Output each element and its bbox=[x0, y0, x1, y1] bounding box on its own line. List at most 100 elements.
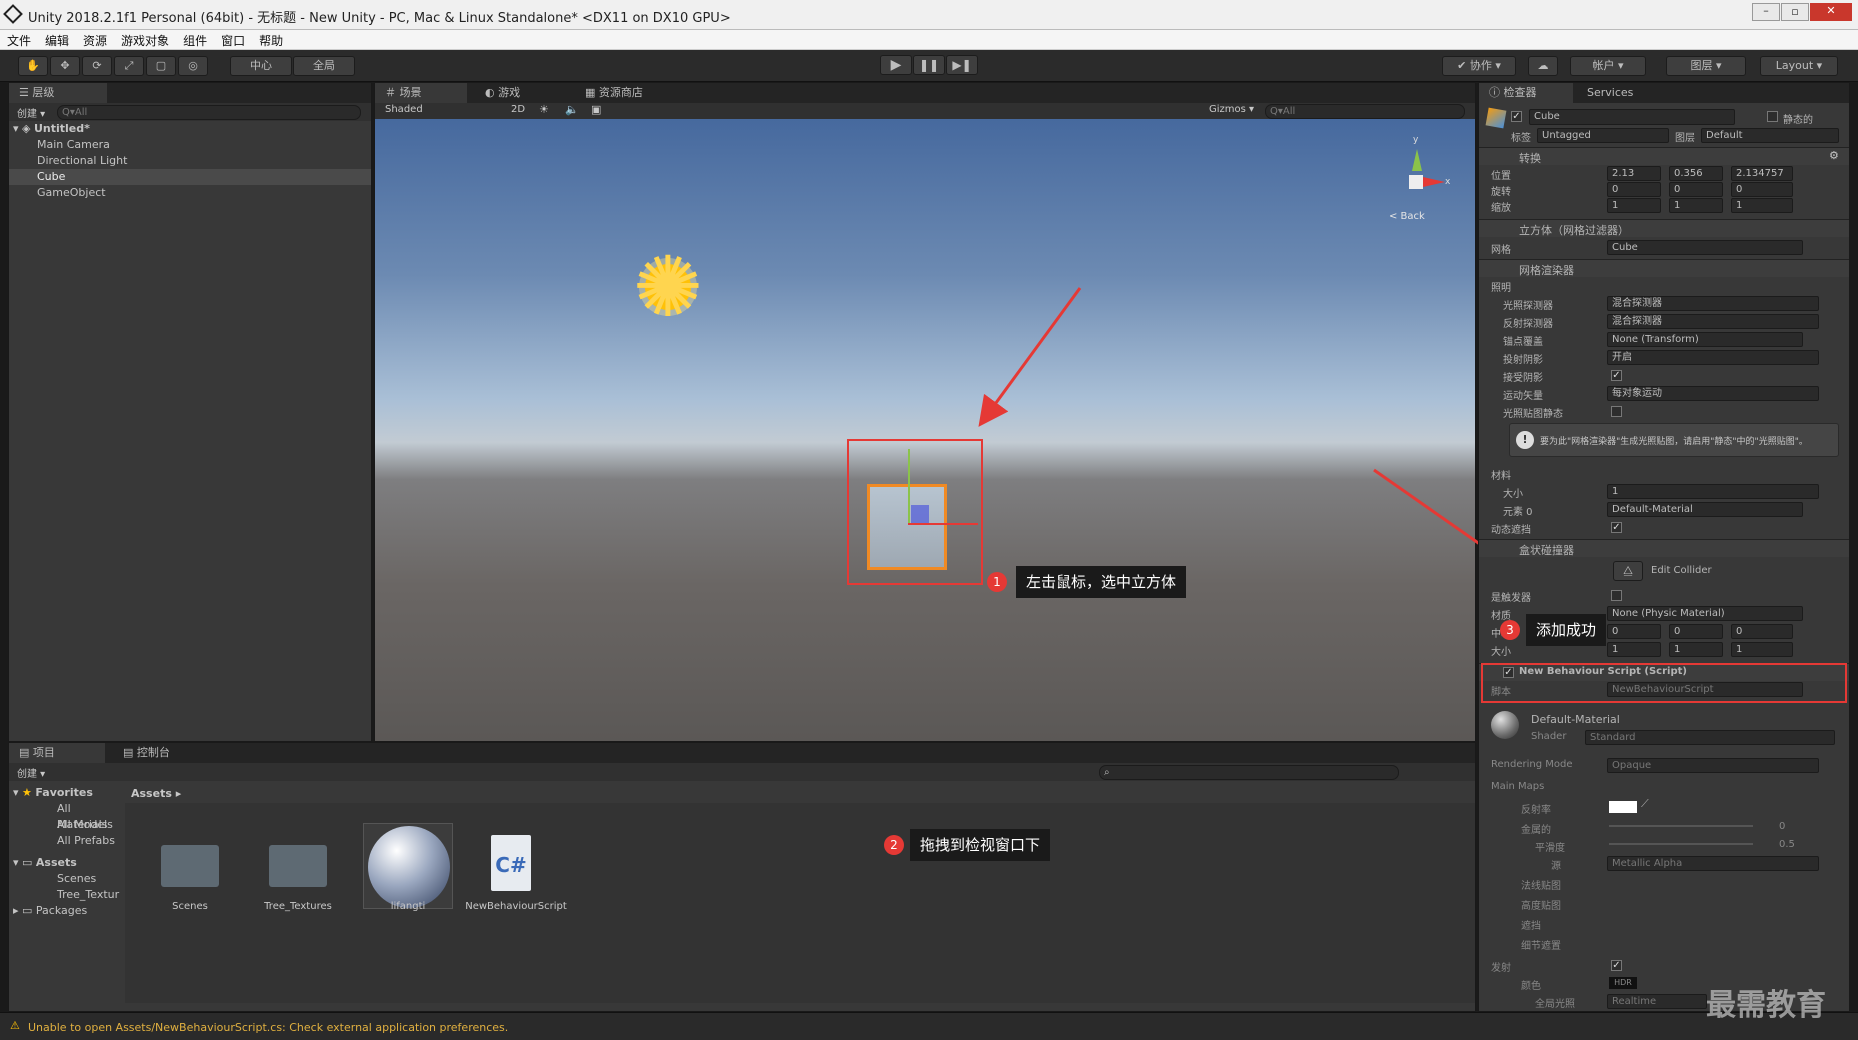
size-y[interactable]: 1 bbox=[1669, 642, 1723, 657]
mesh-filter-header[interactable]: 立方体（网格过滤器） bbox=[1479, 219, 1849, 237]
annotation-box-script bbox=[1481, 663, 1847, 703]
project-create-button[interactable]: 创建 ▾ bbox=[17, 765, 45, 780]
metallic-label: 金属的 bbox=[1521, 825, 1551, 836]
receive-shadows-checkbox[interactable]: ✓ bbox=[1611, 370, 1622, 381]
inspector-tab-label: 检查器 bbox=[1503, 86, 1537, 99]
scale-y[interactable]: 1 bbox=[1669, 198, 1723, 213]
materials-size-field[interactable]: 1 bbox=[1607, 484, 1819, 499]
light-probes-dropdown[interactable]: 混合探测器 bbox=[1607, 296, 1819, 311]
project-tree: ▾ ★ Favorites All Materials All Models A… bbox=[9, 781, 123, 1011]
position-y[interactable]: 0.356 bbox=[1669, 166, 1723, 181]
layer-dropdown[interactable]: Default bbox=[1701, 128, 1839, 143]
box-collider-title: 盒状碰撞器 bbox=[1519, 544, 1574, 557]
emission-color-swatch[interactable]: HDR bbox=[1609, 977, 1637, 989]
size-label: 大小 bbox=[1491, 647, 1511, 658]
box-collider-header[interactable]: 盒状碰撞器 bbox=[1479, 539, 1849, 557]
project-search-input[interactable]: ⌕ bbox=[1099, 765, 1399, 780]
metallic-value[interactable]: 0 bbox=[1779, 821, 1785, 832]
scale-x[interactable]: 1 bbox=[1607, 198, 1661, 213]
center-y[interactable]: 0 bbox=[1669, 624, 1723, 639]
warning-icon: ⚠ bbox=[10, 1019, 20, 1032]
rotation-y[interactable]: 0 bbox=[1669, 182, 1723, 197]
collider-material-field[interactable]: None (Physic Material) bbox=[1607, 606, 1803, 621]
anchor-override-field[interactable]: None (Transform) bbox=[1607, 332, 1803, 347]
source-dropdown[interactable]: Metallic Alpha bbox=[1607, 856, 1819, 871]
annotation-badge: 2 bbox=[884, 835, 904, 855]
csharp-script-icon[interactable]: C# bbox=[491, 835, 531, 891]
emission-checkbox[interactable]: ✓ bbox=[1611, 960, 1622, 971]
layer-label: 图层 bbox=[1675, 133, 1695, 144]
mesh-field[interactable]: Cube bbox=[1607, 240, 1803, 255]
rotation-x[interactable]: 0 bbox=[1607, 182, 1661, 197]
center-z[interactable]: 0 bbox=[1731, 624, 1793, 639]
mesh-label: 网格 bbox=[1491, 245, 1511, 256]
renderer-row-label: 锚点覆盖 bbox=[1503, 337, 1543, 348]
is-trigger-checkbox[interactable] bbox=[1611, 590, 1622, 601]
mesh-renderer-title: 网格渲染器 bbox=[1519, 264, 1574, 277]
albedo-color-swatch[interactable] bbox=[1609, 801, 1637, 813]
material-sphere-icon[interactable] bbox=[363, 823, 453, 909]
center-x[interactable]: 0 bbox=[1607, 624, 1661, 639]
size-z[interactable]: 1 bbox=[1731, 642, 1793, 657]
element0-field[interactable]: Default-Material bbox=[1607, 502, 1803, 517]
gi-dropdown[interactable]: Realtime bbox=[1607, 994, 1707, 1009]
eyedropper-icon[interactable]: ⟋ bbox=[1641, 797, 1649, 811]
settings-icon[interactable]: ⚙ bbox=[1829, 149, 1839, 162]
project-create-label: 创建 bbox=[17, 769, 37, 780]
tree-assets[interactable]: ▾ ▭ Assets bbox=[13, 855, 77, 871]
object-name-field[interactable]: Cube bbox=[1529, 109, 1735, 125]
asset-label: Scenes bbox=[172, 901, 208, 912]
dynamic-occluded-checkbox[interactable]: ✓ bbox=[1611, 522, 1622, 533]
tree-fav-item[interactable]: All Materials bbox=[57, 801, 123, 831]
lighting-section[interactable]: 照明 bbox=[1491, 279, 1511, 294]
tag-dropdown[interactable]: Untagged bbox=[1537, 128, 1669, 143]
edit-collider-label: Edit Collider bbox=[1651, 565, 1712, 576]
edit-collider-button[interactable]: ⧋ bbox=[1613, 561, 1643, 581]
mesh-renderer-header[interactable]: 网格渲染器 bbox=[1479, 259, 1849, 277]
reflection-probes-dropdown[interactable]: 混合探测器 bbox=[1607, 314, 1819, 329]
tab-services[interactable]: Services bbox=[1577, 83, 1667, 103]
motion-vectors-dropdown[interactable]: 每对象运动 bbox=[1607, 386, 1819, 401]
height-map-label: 高度贴图 bbox=[1521, 901, 1561, 912]
rotation-z[interactable]: 0 bbox=[1731, 182, 1793, 197]
position-z[interactable]: 2.134757 bbox=[1731, 166, 1793, 181]
tab-console[interactable]: ▤ 控制台 bbox=[113, 743, 209, 763]
materials-section[interactable]: 材料 bbox=[1491, 467, 1511, 482]
cube-object-icon bbox=[1485, 107, 1507, 129]
tab-inspector[interactable]: ⓘ 检查器 bbox=[1479, 83, 1573, 103]
smoothness-slider[interactable] bbox=[1609, 843, 1753, 845]
active-checkbox[interactable]: ✓ bbox=[1511, 111, 1522, 122]
annotation-callout: 拖拽到检视窗口下 bbox=[910, 829, 1051, 861]
tree-fav-item[interactable]: All Models bbox=[57, 817, 113, 833]
tree-favorites[interactable]: ▾ ★ Favorites bbox=[13, 785, 93, 801]
folder-icon[interactable] bbox=[161, 845, 219, 887]
tree-fav-item[interactable]: All Prefabs bbox=[57, 833, 115, 849]
annotation-badge: 3 bbox=[1500, 620, 1520, 640]
renderer-row-label: 接受阴影 bbox=[1503, 373, 1543, 384]
project-asset-grid: Scenes Tree_Textures lifangti C# NewBeha… bbox=[125, 803, 1475, 1003]
cast-shadows-dropdown[interactable]: 开启 bbox=[1607, 350, 1819, 365]
transform-header[interactable]: 转换 ⚙ bbox=[1479, 147, 1849, 165]
annotation-callout: 添加成功 bbox=[1526, 614, 1607, 646]
metallic-slider[interactable] bbox=[1609, 825, 1753, 827]
material-preview-icon bbox=[1491, 711, 1519, 739]
renderer-row-label: 反射探测器 bbox=[1503, 319, 1553, 330]
folder-icon[interactable] bbox=[269, 845, 327, 887]
arrow-to-cube bbox=[978, 287, 1082, 427]
shader-dropdown[interactable]: Standard bbox=[1585, 730, 1835, 745]
tab-project[interactable]: ▤ 项目 bbox=[9, 743, 105, 763]
static-checkbox[interactable] bbox=[1767, 111, 1778, 122]
position-x[interactable]: 2.13 bbox=[1607, 166, 1661, 181]
tree-packages[interactable]: ▸ ▭ Packages bbox=[13, 903, 87, 919]
size-x[interactable]: 1 bbox=[1607, 642, 1661, 657]
rendering-mode-dropdown[interactable]: Opaque bbox=[1607, 758, 1819, 773]
scale-z[interactable]: 1 bbox=[1731, 198, 1793, 213]
tree-asset-folder[interactable]: Tree_Textur bbox=[57, 887, 119, 903]
project-breadcrumb[interactable]: Assets ▸ bbox=[131, 787, 181, 800]
status-bar[interactable]: ⚠ Unable to open Assets/NewBehaviourScri… bbox=[0, 1012, 1858, 1040]
shader-label: Shader bbox=[1531, 731, 1567, 742]
tree-asset-folder[interactable]: Scenes bbox=[57, 871, 96, 887]
element0-label: 元素 0 bbox=[1503, 507, 1533, 518]
lightmap-static-checkbox[interactable] bbox=[1611, 406, 1622, 417]
smoothness-value[interactable]: 0.5 bbox=[1779, 839, 1795, 850]
